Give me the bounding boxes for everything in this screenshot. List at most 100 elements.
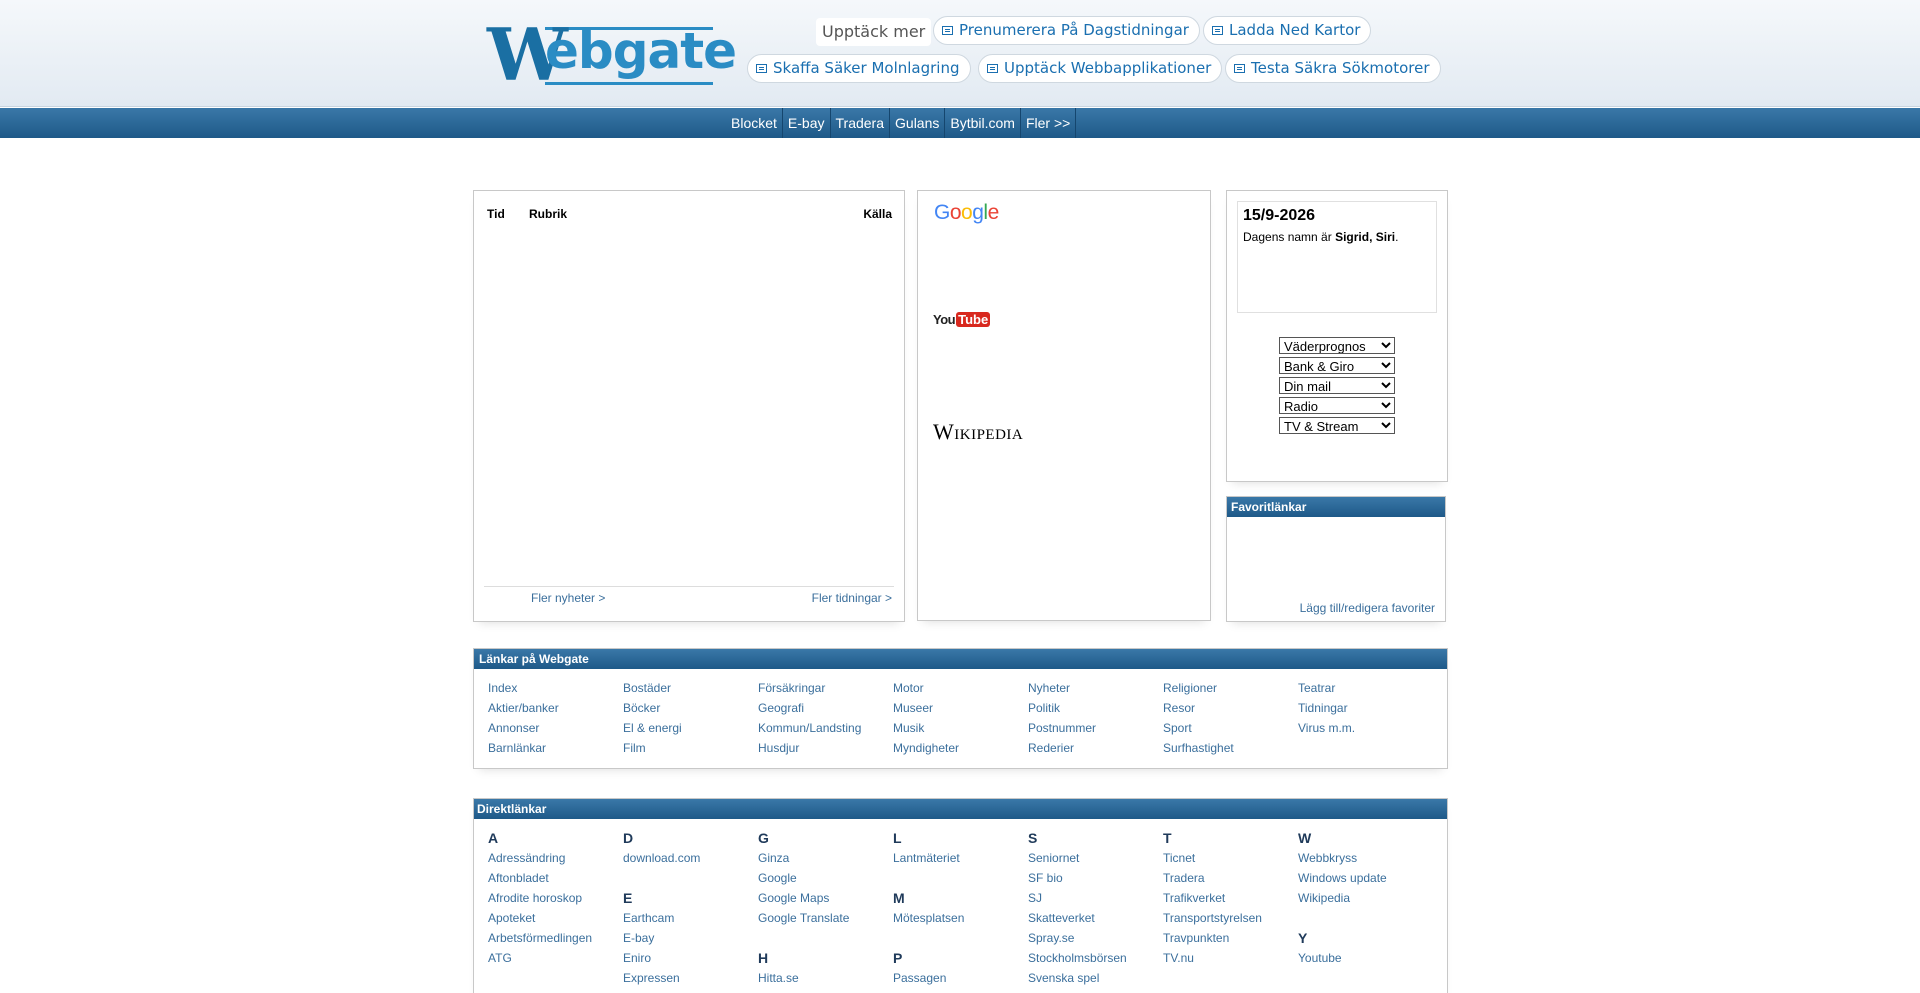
webgate-link[interactable]: Husdjur <box>758 738 861 758</box>
direct-link[interactable]: Aftonbladet <box>488 868 592 888</box>
promo-newspapers-button[interactable]: Prenumerera På Dagstidningar <box>933 16 1200 45</box>
webgate-link[interactable]: Sport <box>1163 718 1234 738</box>
webgate-link[interactable]: Index <box>488 678 559 698</box>
direct-link[interactable]: Earthcam <box>623 908 700 928</box>
direct-link[interactable]: SF bio <box>1028 868 1127 888</box>
direct-link[interactable]: ATG <box>488 948 592 968</box>
direct-link[interactable]: Passagen <box>893 968 964 988</box>
webgate-logo[interactable]: W ebgate <box>487 16 737 94</box>
more-news-link[interactable]: Fler nyheter > <box>531 591 605 605</box>
direct-link[interactable]: Transportstyrelsen <box>1163 908 1262 928</box>
nav-more[interactable]: Fler >> <box>1021 108 1077 138</box>
webgate-link[interactable]: Rederier <box>1028 738 1096 758</box>
direct-link[interactable]: Svenska spel <box>1028 968 1127 988</box>
nav-gulans[interactable]: Gulans <box>890 108 946 138</box>
webgate-link[interactable]: Barnlänkar <box>488 738 559 758</box>
direct-link[interactable]: Lantmäteriet <box>893 848 964 868</box>
direct-link[interactable]: Trafikverket <box>1163 888 1262 908</box>
direct-link[interactable]: Windows update <box>1298 868 1387 888</box>
direct-link[interactable]: Expressen <box>623 968 700 988</box>
header: W ebgate Upptäck mer Prenumerera På Dags… <box>0 0 1920 107</box>
direct-link[interactable]: Google <box>758 868 849 888</box>
nav-blocket[interactable]: Blocket <box>726 108 783 138</box>
direct-link[interactable]: Google Maps <box>758 888 849 908</box>
webgate-links-column: Försäkringar Geografi Kommun/Landsting Husd… <box>758 678 861 758</box>
wikipedia-logo[interactable]: Wikipedia <box>933 419 1023 445</box>
webgate-link[interactable]: Postnummer <box>1028 718 1096 738</box>
webgate-link[interactable]: Tidningar <box>1298 698 1355 718</box>
direct-link[interactable]: Travpunkten <box>1163 928 1262 948</box>
edit-favorites-link[interactable]: Lägg till/redigera favoriter <box>1300 601 1435 615</box>
webgate-link[interactable]: Böcker <box>623 698 682 718</box>
webgate-link[interactable]: Aktier/banker <box>488 698 559 718</box>
mail-select[interactable]: Din mail <box>1279 377 1395 394</box>
radio-select[interactable]: Radio <box>1279 397 1395 414</box>
webgate-link[interactable]: Resor <box>1163 698 1234 718</box>
webgate-link[interactable]: Motor <box>893 678 959 698</box>
direct-link[interactable]: Skatteverket <box>1028 908 1127 928</box>
webgate-link[interactable]: Teatrar <box>1298 678 1355 698</box>
webgate-link[interactable]: Myndigheter <box>893 738 959 758</box>
direct-link[interactable]: Webbkryss <box>1298 848 1387 868</box>
letter-heading: L <box>893 830 902 846</box>
nav-tradera[interactable]: Tradera <box>831 108 891 138</box>
direct-link[interactable]: Tradera <box>1163 868 1262 888</box>
direct-link[interactable]: Stockholmsbörsen <box>1028 948 1127 968</box>
direct-link[interactable]: Hitta.se <box>758 968 849 988</box>
youtube-logo[interactable]: You Tube <box>933 312 991 327</box>
direct-link[interactable]: Mötesplatsen <box>893 908 964 928</box>
webgate-link[interactable]: Geografi <box>758 698 861 718</box>
direct-link[interactable]: Ginza <box>758 848 849 868</box>
webgate-link[interactable]: Nyheter <box>1028 678 1096 698</box>
more-papers-link[interactable]: Fler tidningar > <box>812 591 892 605</box>
webgate-link[interactable]: Politik <box>1028 698 1096 718</box>
direct-links-column: T Ticnet Tradera Trafikverket Transportstyre… <box>1163 828 1262 968</box>
letter-heading: D <box>623 830 634 846</box>
webgate-link[interactable]: Bostäder <box>623 678 682 698</box>
promo-cloud-button[interactable]: Skaffa Säker Molnlagring <box>747 54 971 83</box>
direct-link[interactable]: Google Translate <box>758 908 849 928</box>
direct-link[interactable]: Arbetsförmedlingen <box>488 928 592 948</box>
promo-maps-button[interactable]: Ladda Ned Kartor <box>1203 16 1372 45</box>
google-letter: G <box>934 201 950 224</box>
nav-ebay[interactable]: E-bay <box>783 108 831 138</box>
weather-select[interactable]: Väderprognos <box>1279 337 1395 354</box>
letter-heading: P <box>893 950 903 966</box>
tv-select[interactable]: TV & Stream <box>1279 417 1395 434</box>
webgate-link[interactable]: Försäkringar <box>758 678 861 698</box>
promo-search-engines-button[interactable]: Testa Säkra Sökmotorer <box>1225 54 1441 83</box>
direct-link[interactable]: Youtube <box>1298 948 1387 968</box>
google-logo[interactable]: Google <box>934 201 999 225</box>
webgate-link[interactable]: Religioner <box>1163 678 1234 698</box>
webgate-link[interactable]: Surfhastighet <box>1163 738 1234 758</box>
direct-link[interactable]: Wikipedia <box>1298 888 1387 908</box>
direct-link[interactable]: E-bay <box>623 928 700 948</box>
webgate-link[interactable]: Virus m.m. <box>1298 718 1355 738</box>
nav-bytbil[interactable]: Bytbil.com <box>945 108 1021 138</box>
webgate-link[interactable]: Annonser <box>488 718 559 738</box>
letter-heading: E <box>623 890 633 906</box>
webgate-link[interactable]: Film <box>623 738 682 758</box>
direct-link[interactable]: Apoteket <box>488 908 592 928</box>
direct-link[interactable]: Seniornet <box>1028 848 1127 868</box>
direct-link[interactable]: Adressändring <box>488 848 592 868</box>
favorites-panel: Favoritlänkar Lägg till/redigera favorit… <box>1226 496 1446 622</box>
direct-link[interactable]: download.com <box>623 848 700 868</box>
logo-text: ebgate <box>545 22 737 80</box>
direct-link[interactable]: SJ <box>1028 888 1127 908</box>
promo-webapps-button[interactable]: Upptäck Webbapplikationer <box>978 54 1223 83</box>
name-day-text: Dagens namn är Sigrid, Siri. <box>1243 230 1398 244</box>
webgate-link[interactable]: Museer <box>893 698 959 718</box>
webgate-link[interactable]: Musik <box>893 718 959 738</box>
direct-link[interactable]: TV.nu <box>1163 948 1262 968</box>
direct-link[interactable]: Ticnet <box>1163 848 1262 868</box>
direct-link[interactable]: Eniro <box>623 948 700 968</box>
bank-select[interactable]: Bank & Giro <box>1279 357 1395 374</box>
direct-link[interactable]: Spray.se <box>1028 928 1127 948</box>
webgate-link[interactable]: El & energi <box>623 718 682 738</box>
direct-links-column: G Ginza Google Google Maps Google Translate H… <box>758 828 849 988</box>
favorites-title: Favoritlänkar <box>1227 497 1445 517</box>
direct-link[interactable]: Afrodite horoskop <box>488 888 592 908</box>
webgate-link[interactable]: Kommun/Landsting <box>758 718 861 738</box>
